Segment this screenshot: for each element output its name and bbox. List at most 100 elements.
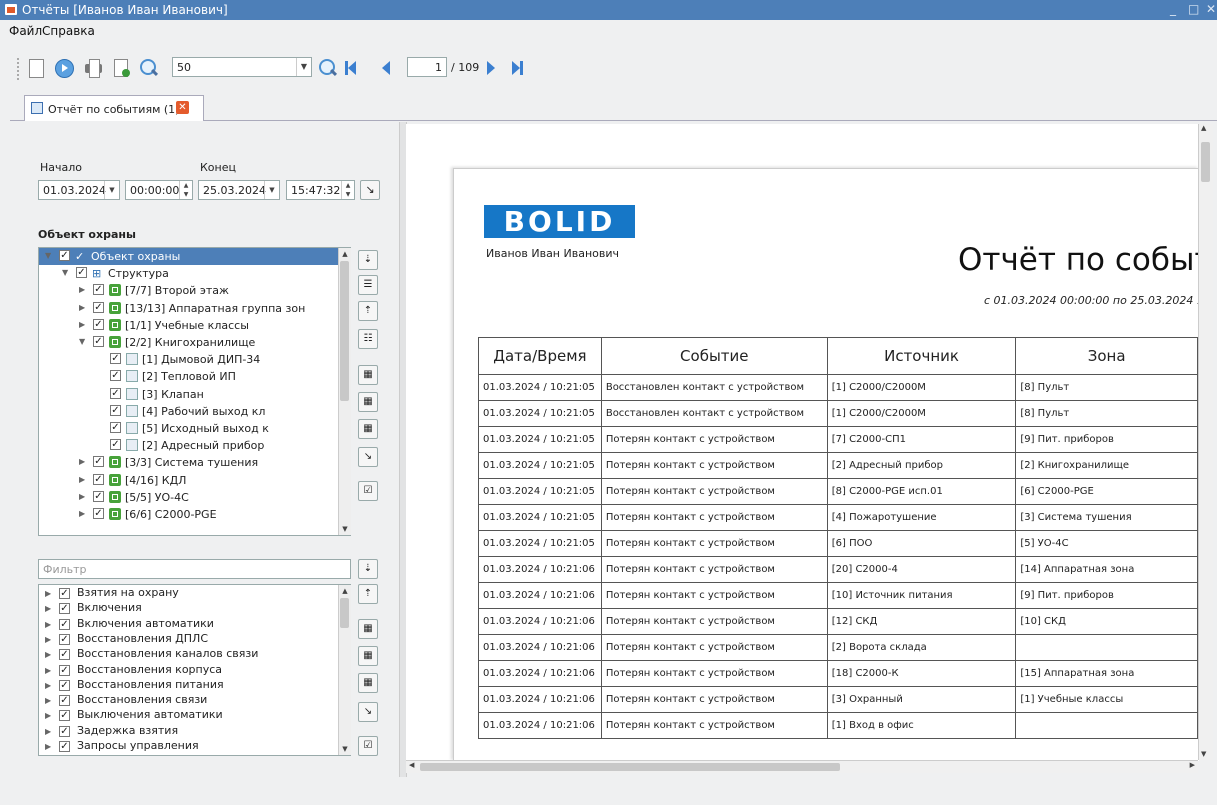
event-group-checkbox[interactable]: ✓ <box>59 649 70 661</box>
tree-checkbox[interactable]: ✓ <box>93 490 104 502</box>
end-time-spinner[interactable]: 15:47:32 ▲ ▼ <box>286 180 355 200</box>
menu-help[interactable]: Справка <box>42 24 95 38</box>
tree-item[interactable]: ▶ ✓ [6/6] С2000-PGE <box>39 506 350 523</box>
tree-item[interactable]: ▼ ✓ ⊞ Структура <box>39 265 350 282</box>
zoom-in-icon[interactable] <box>317 57 339 79</box>
scroll-down-icon[interactable]: ▼ <box>1201 750 1206 758</box>
page-number-input[interactable]: 1 <box>407 57 447 77</box>
sort-asc-button[interactable]: ⇡ <box>358 301 378 321</box>
event-group-checkbox[interactable]: ✓ <box>59 633 70 645</box>
tree-checkbox[interactable]: ✓ <box>110 370 121 382</box>
minimize-icon[interactable]: _ <box>1170 2 1176 16</box>
expand-arrow-icon[interactable]: ▶ <box>79 457 85 466</box>
object-tree[interactable]: ▼ ✓ ✓ Объект охраны ▼ ✓ ⊞ Структура ▶ ✓ [7/7] Втор… <box>38 247 351 536</box>
tree-item[interactable]: ▼ ✓ ✓ Объект охраны <box>39 248 350 265</box>
expand-arrow-icon[interactable]: ▶ <box>79 475 85 484</box>
export-icon[interactable] <box>110 57 132 79</box>
check-all-button[interactable]: ☑ <box>358 481 378 501</box>
expand-arrow-icon[interactable]: ▶ <box>45 620 51 629</box>
prev-page-icon[interactable] <box>382 61 392 75</box>
event-group-checkbox[interactable]: ✓ <box>59 725 70 737</box>
event-invert-button[interactable]: ▦ <box>358 673 378 693</box>
report-hscrollbar[interactable]: ◀ ▶ <box>406 760 1198 773</box>
collapse-arrow-icon[interactable]: ▼ <box>62 268 68 277</box>
scrollbar-thumb[interactable] <box>340 261 349 401</box>
event-group-checkbox[interactable]: ✓ <box>59 603 70 615</box>
scrollbar-thumb[interactable] <box>420 763 840 771</box>
tree-checkbox[interactable]: ✓ <box>110 422 121 433</box>
expand-arrow-icon[interactable]: ▶ <box>45 666 51 675</box>
expand-arrow-icon[interactable]: ▶ <box>45 696 51 705</box>
invert-selection-button[interactable]: ▦ <box>358 419 378 439</box>
tree-item[interactable]: ▶ ✓ [1/1] Учебные классы <box>39 317 350 334</box>
expand-arrow-icon[interactable]: ▶ <box>79 509 85 518</box>
select-all-button[interactable]: ▦ <box>358 365 378 385</box>
expand-arrow-icon[interactable]: ▶ <box>45 711 51 720</box>
filter-input[interactable]: Фильтр <box>38 559 351 579</box>
scroll-up-icon[interactable]: ▲ <box>339 585 351 597</box>
event-group-checkbox[interactable]: ✓ <box>59 741 70 752</box>
spinner-arrows-icon[interactable]: ▲ ▼ <box>341 181 354 199</box>
tree-item[interactable]: ✓ [2] Тепловой ИП <box>39 368 350 385</box>
tree-item[interactable]: ✓ [2] Адресный прибор <box>39 437 350 454</box>
collapse-all-button[interactable]: ☷ <box>358 329 378 349</box>
event-group-checkbox[interactable]: ✓ <box>59 710 70 722</box>
expand-all-button[interactable]: ☰ <box>358 275 378 295</box>
expand-arrow-icon[interactable]: ▶ <box>45 650 51 659</box>
chevron-down-icon[interactable]: ▼ <box>296 58 311 76</box>
chevron-down-icon[interactable]: ▼ <box>264 181 279 199</box>
tab-close-icon[interactable]: ✕ <box>176 101 189 114</box>
tree-checkbox[interactable]: ✓ <box>110 387 121 399</box>
scroll-up-icon[interactable]: ▲ <box>1201 124 1206 132</box>
tree-checkbox[interactable]: ✓ <box>93 318 104 330</box>
event-group-checkbox[interactable]: ✓ <box>59 679 70 691</box>
expand-arrow-icon[interactable]: ▶ <box>45 589 51 598</box>
event-group-checkbox[interactable]: ✓ <box>59 588 70 599</box>
tree-item[interactable]: ▶ ✓ [5/5] УО-4С <box>39 489 350 506</box>
scroll-left-icon[interactable]: ◀ <box>409 761 414 769</box>
new-document-icon[interactable] <box>25 57 47 79</box>
expand-arrow-icon[interactable]: ▶ <box>45 727 51 736</box>
event-group-list[interactable]: ▶ ✓ Взятия на охрану ▶ ✓ Включения ▶ ✓ Включения… <box>38 584 351 756</box>
filter-sort-button[interactable]: ⇣ <box>358 559 378 579</box>
tree-item[interactable]: ▶ ✓ [3/3] Система тушения <box>39 454 350 471</box>
event-sort-button[interactable]: ⇡ <box>358 584 378 604</box>
event-deselect-all-button[interactable]: ▦ <box>358 646 378 666</box>
tab-report[interactable]: Отчёт по событиям (1) ✕ <box>24 95 204 121</box>
menu-file[interactable]: Файл <box>9 24 42 38</box>
expand-arrow-icon[interactable]: ▶ <box>79 320 85 329</box>
collapse-arrow-icon[interactable]: ▼ <box>79 337 85 346</box>
collapse-arrow-icon[interactable]: ▼ <box>45 251 51 260</box>
tree-item[interactable]: ▶ ✓ [13/13] Аппаратная группа зон <box>39 300 350 317</box>
expand-arrow-icon[interactable]: ▶ <box>45 635 51 644</box>
tree-checkbox[interactable]: ✓ <box>110 404 121 416</box>
report-vscrollbar[interactable]: ▲ ▼ <box>1198 124 1213 760</box>
object-tree-scrollbar[interactable]: ▲ ▼ <box>338 248 351 535</box>
expand-arrow-icon[interactable]: ▶ <box>79 492 85 501</box>
scroll-down-icon[interactable]: ▼ <box>339 743 351 755</box>
tree-checkbox[interactable]: ✓ <box>93 301 104 313</box>
start-time-spinner[interactable]: 00:00:00 ▲ ▼ <box>125 180 193 200</box>
expand-arrow-icon[interactable]: ▶ <box>45 681 51 690</box>
tree-checkbox[interactable]: ✓ <box>93 508 104 519</box>
next-page-icon[interactable] <box>487 61 497 75</box>
event-list-scrollbar[interactable]: ▲ ▼ <box>338 585 351 755</box>
close-icon[interactable]: ✕ <box>1206 2 1216 16</box>
apply-tree-button[interactable]: ↘ <box>358 447 378 467</box>
tree-item[interactable]: ✓ [3] Клапан <box>39 386 350 403</box>
tree-checkbox[interactable]: ✓ <box>93 473 104 485</box>
tree-item[interactable]: ✓ [5] Исходный выход к <box>39 420 350 437</box>
start-date-select[interactable]: 01.03.2024 ▼ <box>38 180 120 200</box>
tree-item[interactable]: ✓ [4] Рабочий выход кл <box>39 403 350 420</box>
event-group-checkbox[interactable]: ✓ <box>59 664 70 676</box>
tree-checkbox[interactable]: ✓ <box>110 353 121 365</box>
event-apply-button[interactable]: ↘ <box>358 702 378 722</box>
expand-arrow-icon[interactable]: ▶ <box>79 303 85 312</box>
tree-checkbox[interactable]: ✓ <box>110 439 121 451</box>
tree-checkbox[interactable]: ✓ <box>76 267 87 279</box>
scroll-right-icon[interactable]: ▶ <box>1190 761 1195 769</box>
tree-checkbox[interactable]: ✓ <box>93 284 104 296</box>
tree-item[interactable]: ✓ [1] Дымовой ДИП-34 <box>39 351 350 368</box>
toolbar-grip[interactable] <box>17 58 22 80</box>
zoom-select[interactable]: 50 ▼ <box>172 57 312 77</box>
